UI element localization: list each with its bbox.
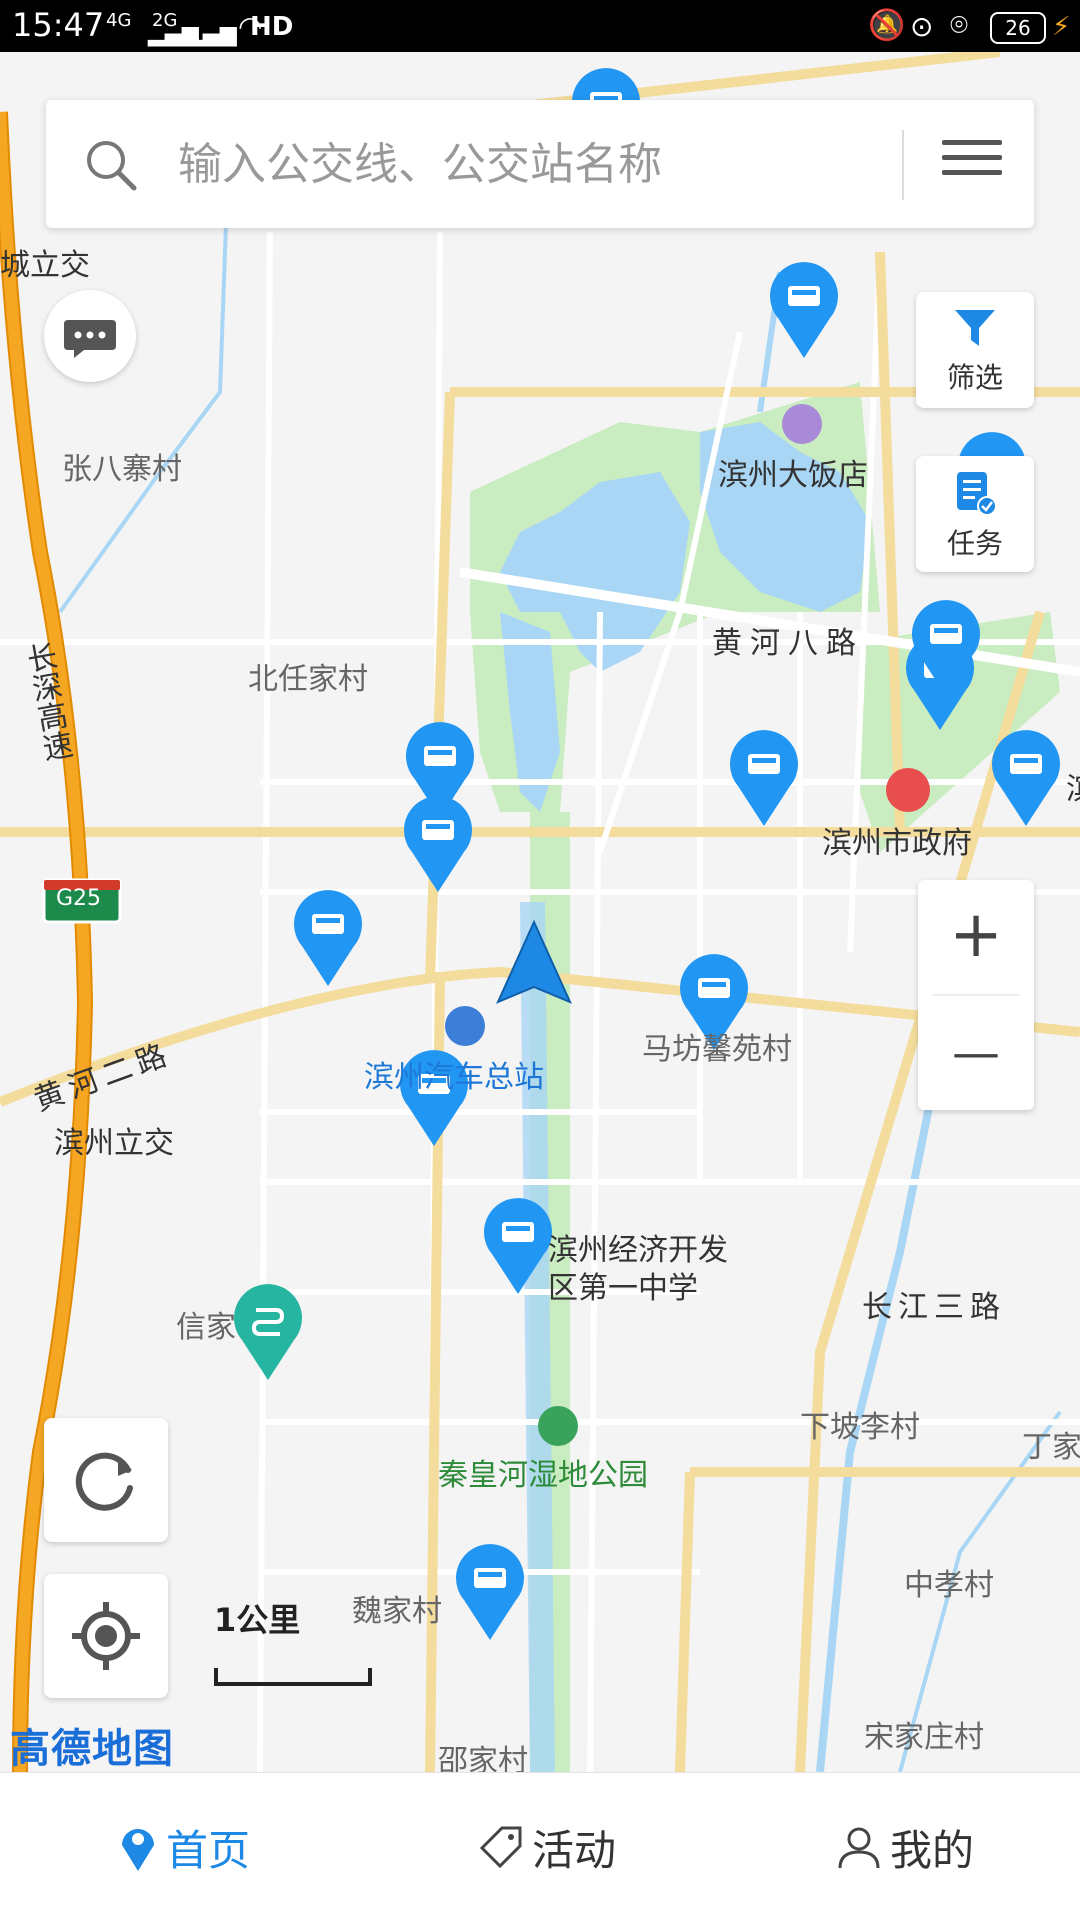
- map-provider-logo: 高德地图: [10, 1726, 174, 1772]
- map-label: 滨州市政府: [822, 826, 972, 861]
- status-bar: 15:47 4G ▂▄▆ 2G ▂▄▆ ◠ HD 🔕 ⊙ ⌾ 26 ⚡: [0, 0, 1080, 52]
- tab-activity[interactable]: 活动: [478, 1813, 616, 1881]
- location-icon: ⌾: [950, 8, 968, 43]
- status-time: 15:47: [12, 6, 105, 44]
- zoom-in-button[interactable]: +: [918, 880, 1034, 990]
- refresh-icon: [75, 1452, 133, 1511]
- zoom-control: + —: [918, 880, 1034, 1110]
- bus-stop-pin[interactable]: [728, 728, 800, 828]
- map-label: 信家: [176, 1310, 236, 1345]
- filter-label: 筛选: [946, 361, 1003, 394]
- map-label: 滨州汽车总站: [364, 1060, 544, 1095]
- filter-button[interactable]: 筛选: [916, 292, 1034, 408]
- map-pin-icon: [122, 1829, 154, 1871]
- tab-profile-label: 我的: [890, 1825, 975, 1875]
- map-label: 马坊馨苑村: [642, 1032, 792, 1067]
- tab-home[interactable]: 首页: [118, 1813, 250, 1881]
- map-label: 张八寨村: [62, 452, 182, 487]
- user-icon: [838, 1827, 880, 1869]
- map-label: 滨: [1066, 764, 1080, 808]
- map-label: 北任家村: [248, 662, 368, 697]
- locate-button[interactable]: [44, 1574, 168, 1698]
- filter-funnel-icon: [955, 310, 995, 346]
- bus-stop-pin[interactable]: [402, 794, 474, 894]
- battery-indicator: 26: [990, 12, 1046, 44]
- map-label: 长江三路: [862, 1290, 1006, 1325]
- map-label: 邵家村: [438, 1744, 528, 1772]
- network-4g-indicator: 4G: [106, 10, 132, 31]
- map-label: 丁家: [1022, 1430, 1080, 1465]
- search-bar[interactable]: [46, 100, 1034, 228]
- route-pin[interactable]: [232, 1282, 304, 1382]
- zoom-divider: [932, 994, 1020, 996]
- signal-bars-2-icon: ▂▄▆: [186, 22, 237, 47]
- map-label: 秦皇河湿地公园: [438, 1458, 648, 1493]
- map-label: 城立交: [0, 248, 90, 283]
- highway-shield-label: G25: [56, 886, 102, 911]
- map-label: 滨州大饭店: [718, 458, 868, 493]
- menu-icon[interactable]: [936, 130, 1008, 200]
- tag-icon: [479, 1826, 522, 1869]
- charging-icon: ⚡: [1052, 12, 1071, 42]
- hd-indicator: HD: [250, 12, 294, 42]
- tab-home-label: 首页: [166, 1825, 251, 1875]
- map-label: 魏家村: [352, 1594, 442, 1629]
- locate-crosshair-icon: [72, 1602, 140, 1670]
- task-list-icon: [957, 472, 997, 516]
- bus-stop-pin[interactable]: [482, 1196, 554, 1296]
- map-scale-label: 1公里: [214, 1601, 301, 1639]
- map-scale-bar: [214, 1668, 372, 1686]
- mute-bell-icon: 🔕: [868, 8, 906, 43]
- bus-stop-pin[interactable]: [910, 598, 982, 698]
- search-icon: [87, 141, 137, 191]
- bus-stop-pin[interactable]: [768, 260, 840, 360]
- map-label: 黄河八路: [712, 626, 864, 661]
- map-label: 下坡李村: [800, 1410, 920, 1445]
- map-label: 滨州立交: [54, 1126, 174, 1161]
- search-divider: [902, 130, 904, 200]
- search-input[interactable]: [176, 128, 920, 200]
- chat-bubble-icon: [64, 320, 116, 358]
- bus-stop-pin[interactable]: [990, 728, 1062, 828]
- bus-stop-pin[interactable]: [292, 888, 364, 988]
- map-label: 滨州经济开发 区第一中学: [548, 1233, 728, 1306]
- network-2g-indicator: 2G: [152, 10, 178, 31]
- task-label: 任务: [946, 527, 1003, 560]
- map-label: 中孝村: [904, 1568, 994, 1603]
- rotation-lock-icon: ⊙: [910, 10, 934, 43]
- refresh-button[interactable]: [44, 1418, 168, 1542]
- tab-profile[interactable]: 我的: [836, 1813, 974, 1881]
- bottom-tab-bar: 首页 活动 我的: [0, 1772, 1080, 1921]
- zoom-out-button[interactable]: —: [918, 998, 1034, 1108]
- task-button[interactable]: 任务: [916, 456, 1034, 572]
- tab-activity-label: 活动: [532, 1825, 617, 1875]
- bus-stop-pin[interactable]: [454, 1542, 526, 1642]
- map-label: 宋家庄村: [864, 1720, 984, 1755]
- message-button[interactable]: [44, 290, 136, 382]
